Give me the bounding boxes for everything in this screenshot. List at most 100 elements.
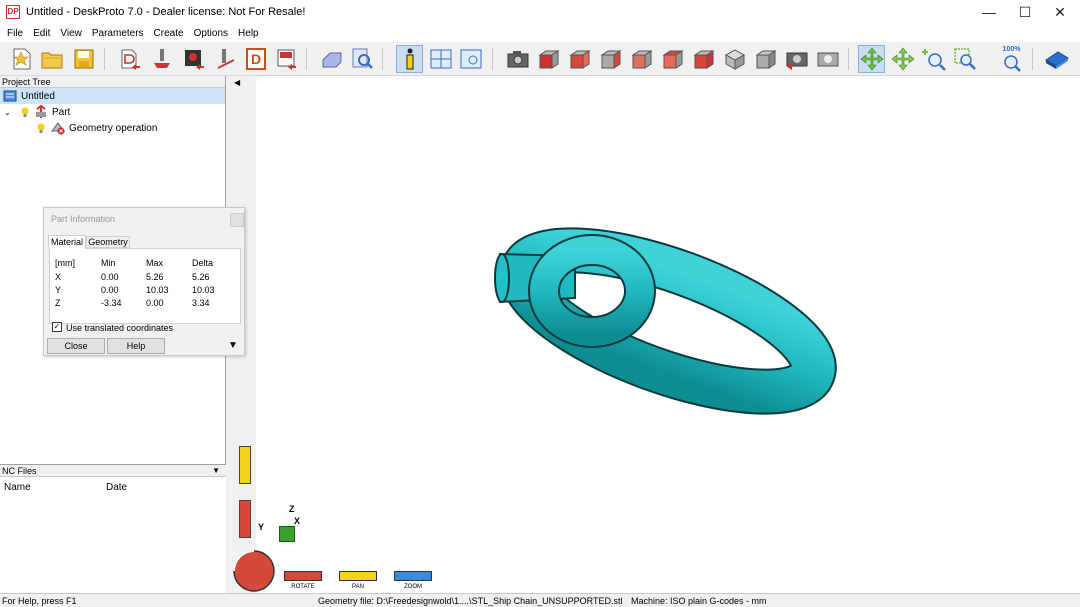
rotate-icon <box>860 47 883 71</box>
expand-arrow-icon[interactable]: ▼ <box>228 340 238 351</box>
open-file-button[interactable] <box>38 45 65 73</box>
translated-coordinates-checkbox[interactable]: ✓ <box>52 322 62 332</box>
cube-back-icon <box>568 50 591 69</box>
layout-button[interactable] <box>427 45 454 73</box>
table-cell: 0.00 <box>146 298 164 308</box>
export-button[interactable] <box>272 45 299 73</box>
lightbulb-icon[interactable] <box>20 106 30 118</box>
status-geometry-file: Geometry file: D:\Freedesignwold\1....\S… <box>318 596 623 606</box>
view-top-button[interactable] <box>659 45 686 73</box>
checkbox-label: Use translated coordinates <box>66 323 174 333</box>
menu-edit[interactable]: Edit <box>28 28 55 39</box>
tree-item-untitled[interactable]: Untitled <box>0 88 225 104</box>
tab-material[interactable]: Material <box>48 235 86 249</box>
tree-item-part[interactable]: ⌄ Part <box>0 104 225 120</box>
collapse-chevron-icon[interactable]: ⌄ <box>4 108 16 117</box>
tab-geometry[interactable]: Geometry <box>86 236 130 248</box>
save-icon <box>74 49 93 69</box>
help-button[interactable]: Help <box>107 338 165 354</box>
menu-options[interactable]: Options <box>189 28 233 39</box>
rotate-label: ROTATE <box>291 584 315 590</box>
render-settings-button[interactable] <box>814 45 841 73</box>
project-tree-header: Project Tree <box>0 76 225 88</box>
rotate-button[interactable] <box>858 45 885 73</box>
table-cell: 10.03 <box>192 285 215 295</box>
dialog-close-box[interactable] <box>230 213 244 227</box>
view-back-button[interactable] <box>566 45 593 73</box>
magnifier-icon <box>1003 55 1021 72</box>
project-icon <box>3 90 17 102</box>
nc-files-header: NC Files ▼ <box>0 465 226 477</box>
chain-link-model[interactable] <box>230 76 1080 593</box>
cube-left-icon <box>599 50 622 69</box>
find-button[interactable] <box>348 45 375 73</box>
table-cell: 0.00 <box>101 285 119 295</box>
close-button[interactable]: Close <box>47 338 105 354</box>
screen-button[interactable] <box>457 45 484 73</box>
menu-create[interactable]: Create <box>149 28 189 39</box>
axis-z-label: Z <box>289 504 295 514</box>
toolbar-separator <box>382 48 383 70</box>
tool-button[interactable] <box>148 45 175 73</box>
camera-button[interactable] <box>504 45 531 73</box>
dxf-icon: D <box>245 48 266 70</box>
view-iso-button[interactable] <box>721 45 748 73</box>
part-icon <box>36 105 46 118</box>
bitmap-button[interactable] <box>180 45 207 73</box>
close-window-button[interactable]: ✕ <box>1043 0 1077 24</box>
lightbulb-icon[interactable] <box>36 122 46 134</box>
zoom-slider[interactable] <box>394 571 432 581</box>
collapse-arrow-icon[interactable]: ◀ <box>234 78 240 87</box>
3d-viewport[interactable] <box>230 76 1080 593</box>
view-front-button[interactable] <box>535 45 562 73</box>
table-cell: X <box>55 272 62 282</box>
zoom-window-button[interactable] <box>951 45 978 73</box>
save-button[interactable] <box>70 45 97 73</box>
view-bottom-button[interactable] <box>690 45 717 73</box>
view-left-button[interactable] <box>597 45 624 73</box>
menu-file[interactable]: File <box>2 28 28 39</box>
menu-help[interactable]: Help <box>233 28 264 39</box>
pan-button[interactable] <box>889 45 916 73</box>
tree-item-geometry-operation[interactable]: Geometry operation <box>0 120 225 136</box>
table-cell: Y <box>55 285 62 295</box>
import-part-button[interactable] <box>116 45 143 73</box>
toolbar-separator <box>104 48 105 70</box>
render-button[interactable] <box>783 45 810 73</box>
zoom-in-button[interactable] <box>920 45 947 73</box>
part-info-table: [mm] Min Max Delta X 0.00 5.26 5.26 Y 0.… <box>49 248 241 324</box>
view-right-button[interactable] <box>628 45 655 73</box>
info-button[interactable] <box>396 45 423 73</box>
axis-x-label: X <box>294 516 301 526</box>
column-name[interactable]: Name <box>4 482 31 493</box>
column-date[interactable]: Date <box>106 482 127 493</box>
view-box-button[interactable] <box>752 45 779 73</box>
status-help: For Help, press F1 <box>2 596 77 606</box>
zoom-in-icon <box>921 49 946 71</box>
rotate-slider[interactable] <box>284 571 322 581</box>
pan-slider[interactable] <box>339 571 377 581</box>
new-file-button[interactable] <box>8 45 35 73</box>
nc-files-column-header: Name Date <box>0 477 226 493</box>
manual-button[interactable] <box>1043 45 1070 73</box>
toolpath-button[interactable] <box>212 45 239 73</box>
table-cell: Z <box>55 298 61 308</box>
dropdown-arrow-icon[interactable]: ▼ <box>212 465 220 477</box>
menu-view[interactable]: View <box>55 28 87 39</box>
menu-parameters[interactable]: Parameters <box>87 28 149 39</box>
maximize-button[interactable]: ☐ <box>1008 0 1042 24</box>
tree-part-label: Part <box>52 106 71 118</box>
table-header-min: Min <box>101 258 116 268</box>
rotate-slider-vertical[interactable] <box>239 500 251 538</box>
toolbar-separator <box>1032 48 1033 70</box>
eraser-button[interactable] <box>318 45 345 73</box>
status-bar: For Help, press F1 Geometry file: D:\Fre… <box>0 593 1080 607</box>
rotate-dial-icon[interactable] <box>232 549 276 593</box>
pan-label: PAN <box>352 584 364 590</box>
toolbar-separator <box>492 48 493 70</box>
dxf-button[interactable]: D <box>242 45 269 73</box>
zoom-100-button[interactable]: 100% <box>998 45 1025 73</box>
minimize-button[interactable]: — <box>972 0 1006 24</box>
zoom-slider-vertical[interactable] <box>239 446 251 484</box>
table-header-unit: [mm] <box>55 258 75 268</box>
